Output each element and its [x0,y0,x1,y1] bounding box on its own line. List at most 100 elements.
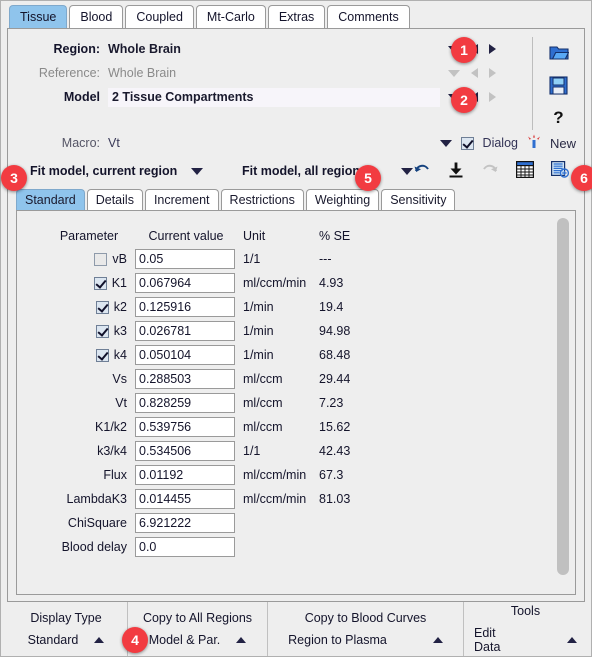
subtab-standard[interactable]: Standard [16,189,85,210]
subtab-weighting[interactable]: Weighting [305,189,380,210]
new-sparkle-icon [527,134,541,152]
model-label: Model [63,90,100,104]
dialog-checkbox[interactable] [460,136,474,150]
inspect-report-icon[interactable] [551,161,570,181]
region-label: Region: [53,42,100,56]
parameter-unit-cell: 1/min [243,324,274,338]
fit-current-region-dropdown-icon[interactable] [191,167,204,175]
parameter-row: k4 1/min 68.48 [43,343,575,367]
main-tab-strip: Tissue Blood Coupled Mt-Carlo Extras Com… [1,1,591,28]
tab-extras[interactable]: Extras [267,5,326,28]
parameter-name-label: Vs [112,372,127,386]
new-button-label[interactable]: New [550,136,576,151]
parameter-name-label: k3/k4 [97,444,127,458]
copy-all-regions-row[interactable]: Model & Par. [139,633,257,647]
table-scrollbar-thumb[interactable] [557,218,569,575]
badge-3: 3 [1,165,27,191]
tab-comments[interactable]: Comments [327,5,410,28]
parameter-value-cell [135,297,237,317]
parameter-value-input[interactable] [135,273,235,293]
parameter-se-cell: 42.43 [319,444,351,458]
parameter-fit-checkbox[interactable] [95,300,109,314]
fit-current-region-button[interactable]: Fit model, current region [30,164,177,178]
parameter-value-input[interactable] [135,393,235,413]
parameter-name-cell: LambdaK3 [43,492,135,506]
parameter-fit-checkbox[interactable] [94,252,108,266]
download-icon[interactable] [448,162,464,181]
table-view-icon[interactable] [516,161,534,181]
macro-label: Macro: [61,136,100,150]
subtab-restrictions-label: Restrictions [229,193,295,207]
parameter-unit-cell: 1/1 [243,444,261,458]
parameter-value-input[interactable] [135,369,235,389]
parameter-value-input[interactable] [135,345,235,365]
parameter-value-input[interactable] [135,489,235,509]
parameter-name-cell: Vs [43,372,135,386]
parameter-value-input[interactable] [135,441,235,461]
parameter-value-input[interactable] [135,297,235,317]
parameter-value-input[interactable] [135,417,235,437]
parameter-value-cell [135,369,237,389]
display-type-caret-icon[interactable] [94,637,105,643]
copy-blood-curves-caret-icon[interactable] [432,637,443,643]
region-value: Whole Brain [108,42,181,56]
subtab-increment[interactable]: Increment [144,189,219,210]
subtab-sensitivity[interactable]: Sensitivity [381,189,456,210]
macro-row: Macro: Vt Dialog New [8,130,584,156]
parameter-name-label: vB [112,252,127,266]
model-next-icon[interactable] [489,92,496,102]
parameter-se-cell: 7.23 [319,396,344,410]
parameter-fit-checkbox[interactable] [95,348,109,362]
dialog-label: Dialog [482,136,518,150]
open-folder-icon[interactable] [546,40,572,64]
subtab-details[interactable]: Details [86,189,143,210]
macro-dropdown-icon[interactable] [439,139,452,147]
fit-toolbar-icons [413,161,584,181]
parameter-value-input[interactable] [135,513,235,533]
parameter-table-header: Parameter Current value Unit % SE [43,225,575,247]
header-parameter: Parameter [59,229,119,243]
badge-2: 2 [451,87,477,113]
region-next-icon[interactable] [489,44,496,54]
parameter-unit-cell: ml/ccm/min [243,492,307,506]
tab-tissue[interactable]: Tissue [9,5,68,28]
tools-row[interactable]: Edit Data [464,626,587,654]
parameter-se-cell: 94.98 [319,324,351,338]
fit-all-regions-button[interactable]: Fit model, all regions [242,164,367,178]
tab-blood-label: Blood [80,10,113,24]
save-disk-icon[interactable] [546,73,572,97]
parameter-value-cell [135,537,237,557]
tab-mt-carlo[interactable]: Mt-Carlo [195,5,266,28]
parameter-value-input[interactable] [135,321,235,341]
tools-caret-icon[interactable] [567,637,577,643]
undo-icon[interactable] [413,162,431,180]
tools-action[interactable]: Edit Data [474,626,525,654]
model-value[interactable]: 2 Tissue Compartments [108,87,440,107]
redo-icon [481,162,499,180]
parameter-value-input[interactable] [135,249,235,269]
parameter-unit-cell: ml/ccm [243,396,283,410]
parameter-value-input[interactable] [135,465,235,485]
parameter-value-cell [135,393,237,413]
parameter-row: K1/k2 ml/ccm 15.62 [43,415,575,439]
display-type-action[interactable]: Standard [28,633,79,647]
parameter-fit-checkbox[interactable] [95,324,109,338]
display-type-row[interactable]: Standard [18,633,115,647]
fit-all-regions-dropdown-icon[interactable] [401,167,413,175]
help-question-icon[interactable]: ? [546,106,572,130]
help-question-glyph: ? [553,108,564,127]
table-scrollbar[interactable] [555,216,571,589]
parameter-value-input[interactable] [135,537,235,557]
parameter-value-cell [135,441,237,461]
parameter-fit-checkbox[interactable] [93,276,107,290]
parameter-unit-cell: 1/min [243,300,274,314]
copy-blood-curves-action[interactable]: Region to Plasma [288,633,387,647]
copy-all-regions-caret-icon[interactable] [236,637,247,643]
parameter-unit-cell: ml/ccm [243,372,283,386]
application-window: Tissue Blood Coupled Mt-Carlo Extras Com… [0,0,592,657]
subtab-restrictions[interactable]: Restrictions [220,189,304,210]
copy-all-regions-action[interactable]: Model & Par. [149,633,221,647]
tab-blood[interactable]: Blood [69,5,124,28]
tab-coupled[interactable]: Coupled [125,5,194,28]
copy-blood-curves-row[interactable]: Region to Plasma [278,633,453,647]
